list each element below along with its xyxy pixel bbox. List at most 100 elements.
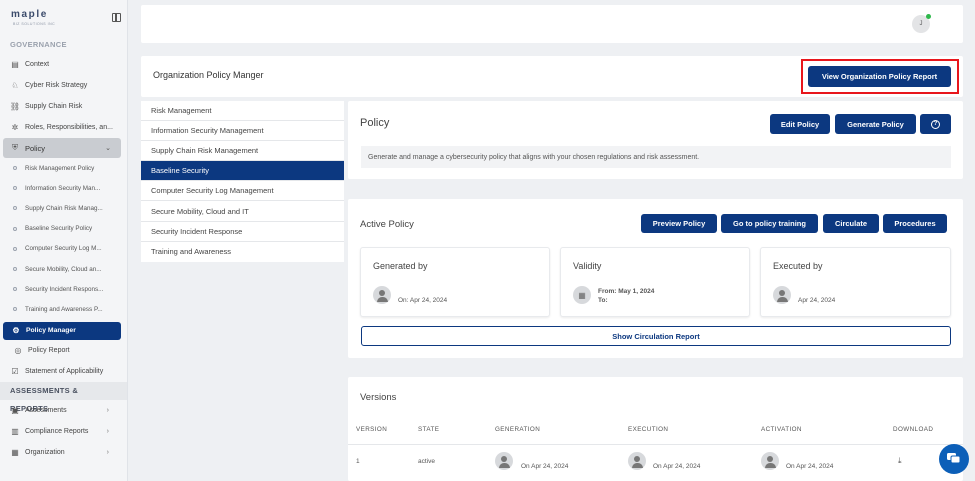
sidebar-item-statement-of-applicability[interactable]: ☑ Statement of Applicability xyxy=(0,361,127,382)
policy-list-item-risk-management[interactable]: Risk Management xyxy=(141,101,344,122)
circulate-button[interactable]: Circulate xyxy=(823,214,879,233)
user-icon xyxy=(628,452,646,470)
sidebar-subitem-label: Risk Management Policy xyxy=(25,164,95,172)
sidebar-subitem-risk-management-policy[interactable]: Risk Management Policy xyxy=(0,158,127,178)
section-assessments-reports: ASSESSMENTS & REPORTS xyxy=(0,381,127,413)
chat-button[interactable] xyxy=(939,444,969,474)
validity-from: From: May 1, 2024 xyxy=(598,288,655,295)
show-circulation-report-button[interactable]: Show Circulation Report xyxy=(361,326,951,346)
cell-version: 1 xyxy=(356,458,360,465)
table-divider xyxy=(348,444,963,445)
generated-by-title: Generated by xyxy=(373,261,428,271)
gear-icon: ⚙ xyxy=(12,326,20,335)
sidebar-subitem-baseline-security[interactable]: Baseline Security Policy xyxy=(0,219,127,239)
bullet-icon xyxy=(13,166,17,171)
chat-icon xyxy=(947,453,961,464)
calendar-icon: ▦ xyxy=(573,286,591,304)
bullet-icon xyxy=(13,246,17,251)
sidebar-subitem-label: Supply Chain Risk Manag... xyxy=(25,204,103,212)
sidebar-item-compliance-reports[interactable]: ▥ Compliance Reports › xyxy=(0,421,127,442)
edit-policy-button[interactable]: Edit Policy xyxy=(770,114,830,134)
sidebar-item-label: Assessments xyxy=(25,406,67,414)
sidebar-item-policy-manager[interactable]: ⚙ Policy Manager xyxy=(3,321,121,340)
chevron-right-icon: › xyxy=(106,406,109,414)
sidebar-item-label: Compliance Reports xyxy=(25,427,89,435)
logo-row: maple BIZ SOLUTIONS INC xyxy=(0,0,127,36)
sidebar-item-cyber-risk-strategy[interactable]: ♘ Cyber Risk Strategy xyxy=(0,75,127,96)
online-status-dot xyxy=(926,14,931,19)
bullet-icon xyxy=(13,186,17,191)
sidebar-subitem-label: Training and Awareness P... xyxy=(25,305,103,313)
sidebar-subitem-information-security[interactable]: Information Security Man... xyxy=(0,178,127,198)
sidebar-subitem-label: Security Incident Respons... xyxy=(25,285,104,293)
policy-list-item-computer-security-log[interactable]: Computer Security Log Management xyxy=(141,181,344,202)
bullet-icon xyxy=(13,267,17,272)
bullet-icon xyxy=(13,226,17,231)
sidebar: maple BIZ SOLUTIONS INC GOVERNANCE ▤ Con… xyxy=(0,0,128,481)
generated-by-date: On: Apr 24, 2024 xyxy=(398,297,448,304)
highlight-box xyxy=(801,59,959,94)
policy-list-item-baseline-security[interactable]: Baseline Security xyxy=(141,161,344,182)
bullet-icon xyxy=(13,206,17,211)
go-to-policy-training-button[interactable]: Go to policy training xyxy=(721,214,818,233)
cell-execution: On Apr 24, 2024 xyxy=(653,463,701,470)
cell-state: active xyxy=(418,458,435,465)
sidebar-item-roles[interactable]: ✲ Roles, Responsibilities, an... xyxy=(0,117,127,138)
sidebar-subitem-training-awareness[interactable]: Training and Awareness P... xyxy=(0,299,127,319)
strategy-icon: ♘ xyxy=(11,81,19,90)
sidebar-subitem-label: Baseline Security Policy xyxy=(25,225,93,233)
sidebar-item-policy-report[interactable]: ◎ Policy Report xyxy=(0,340,127,361)
active-policy-title: Active Policy xyxy=(360,219,414,230)
shield-icon: ⛨ xyxy=(12,143,18,152)
executed-by-card: Executed by Apr 24, 2024 xyxy=(760,247,951,317)
sidebar-subitem-supply-chain[interactable]: Supply Chain Risk Manag... xyxy=(0,198,127,218)
policy-list: Risk Management Information Security Man… xyxy=(141,101,344,262)
procedures-button[interactable]: Procedures xyxy=(883,214,947,233)
help-button[interactable]: ? xyxy=(920,114,951,134)
sidebar-item-label: Policy Report xyxy=(28,346,70,354)
sidebar-item-supply-chain-risk[interactable]: ⛓ Supply Chain Risk xyxy=(0,96,127,117)
supply-chain-icon: ⛓ xyxy=(9,102,21,111)
document-icon: ▤ xyxy=(11,60,19,69)
sidebar-subitem-computer-security-log[interactable]: Computer Security Log M... xyxy=(0,239,127,259)
checklist-icon: ☑ xyxy=(11,366,19,376)
sidebar-item-context[interactable]: ▤ Context xyxy=(0,54,127,75)
sidebar-item-label: Context xyxy=(25,61,50,68)
bullet-icon xyxy=(13,287,17,292)
sidebar-item-organization[interactable]: ▦ Organization › xyxy=(0,442,127,463)
building-icon: ▦ xyxy=(11,447,19,457)
policy-list-item-training[interactable]: Training and Awareness xyxy=(141,242,344,262)
policy-list-item-supply-chain[interactable]: Supply Chain Risk Management xyxy=(141,141,344,162)
column-header-state: STATE xyxy=(418,426,440,433)
sidebar-collapse-icon[interactable] xyxy=(112,13,121,22)
validity-to: To: xyxy=(598,297,608,304)
avatar-initial: J xyxy=(919,21,923,27)
sidebar-subitem-incident-response[interactable]: Security Incident Respons... xyxy=(0,279,127,299)
user-icon xyxy=(773,286,791,304)
policy-list-item-incident-response[interactable]: Security Incident Response xyxy=(141,222,344,242)
sidebar-item-label: Organization xyxy=(25,448,65,456)
report-icon: ◎ xyxy=(14,345,22,355)
page-title: Organization Policy Manger xyxy=(153,70,264,80)
download-icon[interactable]: ⤓ xyxy=(898,456,902,466)
policy-list-item-information-security[interactable]: Information Security Management xyxy=(141,121,344,142)
column-header-activation: ACTIVATION xyxy=(761,426,802,433)
generated-by-card: Generated by On: Apr 24, 2024 xyxy=(360,247,550,317)
sidebar-item-label: Policy Manager xyxy=(26,327,76,334)
sidebar-item-policy[interactable]: ⛨ Policy ⌄ xyxy=(3,138,121,158)
sidebar-item-label: Policy xyxy=(25,143,46,153)
avatar[interactable]: J xyxy=(912,14,931,33)
topbar: J xyxy=(141,5,963,43)
policy-description: Generate and manage a cybersecurity poli… xyxy=(361,146,951,168)
policy-list-item-secure-mobility[interactable]: Secure Mobility, Cloud and IT xyxy=(141,201,344,222)
cell-activation: On Apr 24, 2024 xyxy=(786,463,834,470)
column-header-generation: GENERATION xyxy=(495,426,541,433)
sidebar-item-assessments[interactable]: ▣ Assessments › xyxy=(0,400,127,421)
preview-policy-button[interactable]: Preview Policy xyxy=(641,214,717,233)
generate-policy-button[interactable]: Generate Policy xyxy=(835,114,916,134)
column-header-execution: EXECUTION xyxy=(628,426,669,433)
help-icon: ? xyxy=(931,119,940,129)
validity-title: Validity xyxy=(573,261,602,271)
user-icon xyxy=(761,452,779,470)
sidebar-subitem-secure-mobility[interactable]: Secure Mobility, Cloud an... xyxy=(0,259,127,279)
